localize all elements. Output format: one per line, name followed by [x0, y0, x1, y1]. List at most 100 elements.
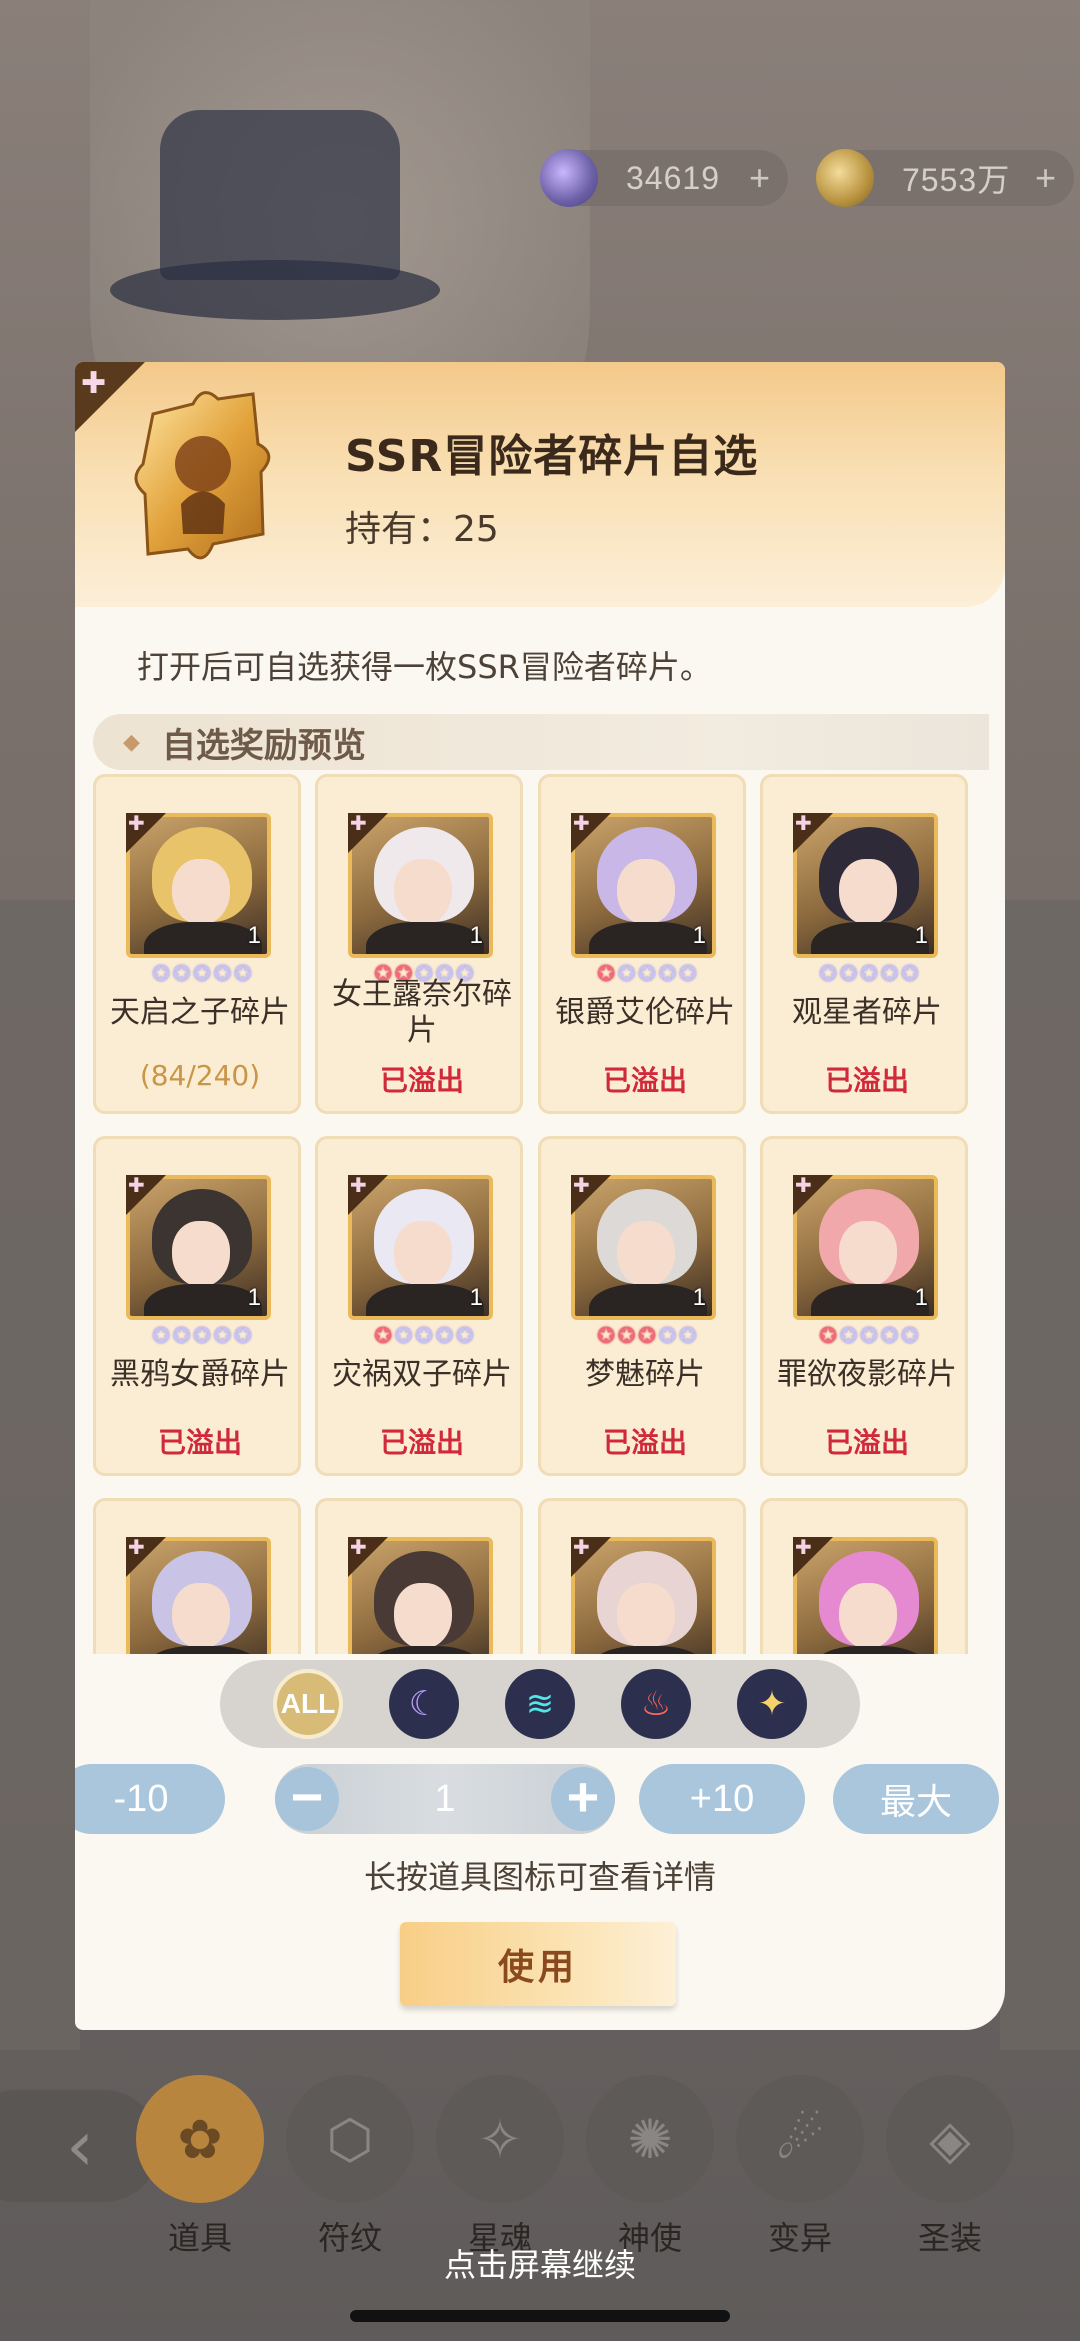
portrait-body: [366, 1646, 484, 1654]
card-name: 梦魅碎片: [585, 1357, 705, 1392]
gold-add-button[interactable]: +: [1035, 157, 1056, 199]
filter-light-button[interactable]: ✦: [737, 1669, 807, 1739]
reward-card[interactable]: ✚ 1 ✪ ✪ ✪ ✪ ✪ 罪欲夜影碎片 已溢出: [760, 1136, 968, 1476]
rune-icon: ⬡: [286, 2075, 414, 2203]
star-icon: ✪: [172, 1324, 191, 1349]
plus-ten-button[interactable]: +10: [639, 1764, 805, 1834]
filter-fire-button[interactable]: ♨: [621, 1669, 691, 1739]
star-icon: ✪: [859, 962, 879, 987]
gem-add-button[interactable]: +: [749, 157, 770, 199]
star-icon: ✪: [617, 1324, 636, 1349]
portrait-face: [394, 1221, 452, 1287]
star-soul-icon: ✧: [436, 2075, 564, 2203]
portrait-face: [394, 1583, 452, 1649]
reward-card[interactable]: ✚ 1 ✪ ✪ ✪ ✪ ✪ 灾祸双子碎片 已溢出: [315, 1136, 523, 1476]
portrait-body: [811, 1284, 929, 1316]
reward-card[interactable]: ✚: [538, 1498, 746, 1654]
gem-amount: 34619: [626, 159, 720, 196]
nav-item[interactable]: ◈ 圣装: [885, 2075, 1015, 2259]
puzzle-piece-item-icon[interactable]: [133, 384, 273, 574]
use-button[interactable]: 使用: [400, 1922, 676, 2006]
portrait-body: [144, 1284, 262, 1316]
reward-card[interactable]: ✚ 1 ✪ ✪ ✪ ✪ ✪ 观星者碎片 已溢出: [760, 774, 968, 1114]
card-name: 银爵艾伦碎片: [555, 995, 735, 1030]
gold-amount: 7553万: [902, 162, 1011, 198]
card-name: 灾祸双子碎片: [332, 1357, 512, 1392]
star-icon: ✪: [900, 962, 920, 987]
star-icon: ✪: [658, 1324, 677, 1349]
star-rating: ✪ ✪ ✪ ✪ ✪: [577, 1326, 717, 1348]
home-indicator: [350, 2310, 730, 2322]
portrait-face: [617, 1221, 675, 1287]
star-icon: ✪: [596, 1324, 616, 1349]
moon-icon: ☾: [408, 1684, 440, 1724]
star-icon: ✪: [233, 1324, 253, 1349]
quantity-value[interactable]: 1: [339, 1764, 551, 1834]
star-icon: ✪: [414, 1324, 434, 1349]
filter-wind-button[interactable]: ≋: [505, 1669, 575, 1739]
star-icon: ✪: [818, 1324, 838, 1349]
max-button[interactable]: 最大: [833, 1764, 999, 1834]
star-icon: ✪: [880, 1324, 899, 1349]
quantity-stepper: − 1 +: [275, 1764, 615, 1834]
reward-card[interactable]: ✚ 1 ✪ ✪ ✪ ✪ ✪ 天启之子碎片 (84/240): [93, 774, 301, 1114]
item-count: 1: [692, 922, 706, 949]
puzzle-piece-icon: ✚: [795, 1173, 812, 1197]
star-icon: ✪: [596, 962, 616, 987]
portrait-face: [172, 859, 230, 925]
star-icon: ✪: [172, 962, 191, 987]
portrait-body: [144, 922, 262, 954]
card-status: 已溢出: [157, 1426, 242, 1459]
gold-coin-icon: [816, 149, 874, 207]
item-count: 1: [692, 1284, 706, 1311]
card-name: 罪欲夜影碎片: [777, 1357, 957, 1392]
decrement-button[interactable]: −: [275, 1767, 339, 1831]
nav-item[interactable]: ⬡ 符纹: [285, 2075, 415, 2259]
card-name: 黑鸦女爵碎片: [110, 1357, 290, 1392]
bag-icon: ✿: [136, 2075, 264, 2203]
portrait-face: [839, 1221, 897, 1287]
reward-card[interactable]: ✚: [760, 1498, 968, 1654]
star-icon: ✪: [617, 962, 636, 987]
reward-card[interactable]: ✚ 1 ✪ ✪ ✪ ✪ ✪ 银爵艾伦碎片 已溢出: [538, 774, 746, 1114]
star-icon: ✪: [839, 1324, 858, 1349]
star-rating: ✪ ✪ ✪ ✪ ✪: [577, 964, 717, 986]
star-rating: ✪ ✪ ✪ ✪ ✪: [132, 1326, 272, 1348]
tap-to-continue[interactable]: 点击屏幕继续: [0, 2240, 1080, 2286]
puzzle-piece-icon: ✚: [350, 811, 367, 835]
portrait-body: [589, 922, 707, 954]
nav-item[interactable]: ✧ 星魂: [435, 2075, 565, 2259]
nav-item[interactable]: ☄ 变异: [735, 2075, 865, 2259]
increment-button[interactable]: +: [551, 1767, 615, 1831]
star-icon: ✪: [900, 1324, 920, 1349]
filter-moon-button[interactable]: ☾: [389, 1669, 459, 1739]
portrait-face: [839, 859, 897, 925]
item-count: 1: [247, 922, 261, 949]
nav-item[interactable]: ✿ 道具: [135, 2075, 265, 2259]
star-icon: ✪: [880, 962, 899, 987]
star-rating: ✪ ✪ ✪ ✪ ✪: [354, 1326, 494, 1348]
star-icon: ✪: [394, 1324, 413, 1349]
filter-all-button[interactable]: ALL: [273, 1669, 343, 1739]
portrait-body: [589, 1284, 707, 1316]
reward-card[interactable]: ✚ 1 ✪ ✪ ✪ ✪ ✪ 女王露奈尔碎片 已溢出: [315, 774, 523, 1114]
item-count: 1: [469, 922, 483, 949]
puzzle-piece-icon: ✚: [573, 811, 590, 835]
reward-card[interactable]: ✚: [315, 1498, 523, 1654]
item-count: 1: [469, 1284, 483, 1311]
nav-item[interactable]: ✺ 神使: [585, 2075, 715, 2259]
puzzle-piece-icon: ✚: [573, 1535, 590, 1559]
star-icon: ✪: [678, 1324, 698, 1349]
star-rating: ✪ ✪ ✪ ✪ ✪: [799, 1326, 939, 1348]
portrait-face: [617, 859, 675, 925]
owned-count: 持有：25: [345, 509, 499, 550]
reward-card[interactable]: ✚ 1 ✪ ✪ ✪ ✪ ✪ 黑鸦女爵碎片 已溢出: [93, 1136, 301, 1476]
card-name: 女王露奈尔碎片: [332, 977, 512, 1048]
holy-gear-icon: ◈: [886, 2075, 1014, 2203]
dialog-description: 打开后可自选获得一枚SSR冒险者碎片。: [137, 648, 712, 686]
card-status: 已溢出: [824, 1426, 909, 1459]
minus-ten-button[interactable]: -10: [75, 1764, 225, 1834]
card-name: 观星者碎片: [792, 995, 942, 1030]
reward-card[interactable]: ✚: [93, 1498, 301, 1654]
reward-card[interactable]: ✚ 1 ✪ ✪ ✪ ✪ ✪ 梦魅碎片 已溢出: [538, 1136, 746, 1476]
